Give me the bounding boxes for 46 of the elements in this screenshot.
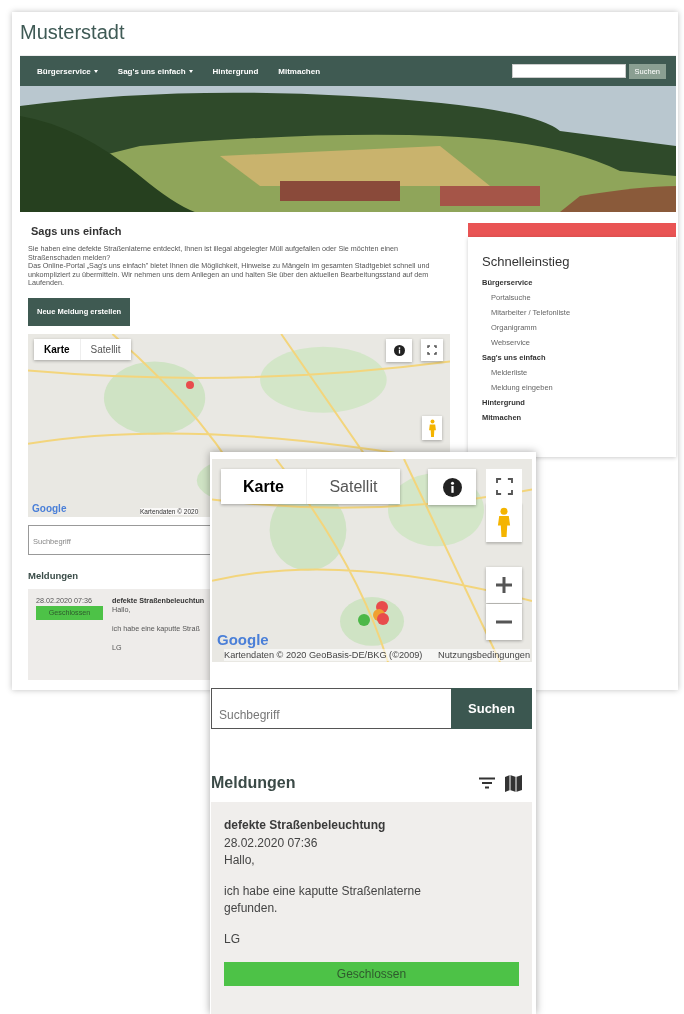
map-view-button[interactable] xyxy=(505,774,522,792)
info-button[interactable] xyxy=(428,469,476,505)
report-text: Hallo, xyxy=(224,852,255,870)
map-attribution: Kartendaten © 2020 GeoBasis-DE/BKG (©2009) xyxy=(224,649,423,661)
reports-heading: Meldungen xyxy=(211,774,296,793)
report-text: LG xyxy=(224,931,241,949)
sidebar-title: Schnelleinstieg xyxy=(482,254,570,269)
map-logo: Google xyxy=(217,632,269,648)
nav-link[interactable]: Sag's uns einfach xyxy=(117,66,193,76)
report-date: 28.02.2020 07:36 xyxy=(224,835,318,853)
zoom-out-button[interactable] xyxy=(486,604,522,640)
marker-dot[interactable] xyxy=(358,614,370,626)
zoom-in-button[interactable] xyxy=(486,567,522,603)
report-text: ich habe eine kaputte Straßenlaterne gefunden. xyxy=(224,883,422,918)
nav-link[interactable]: Bürgerservice xyxy=(37,66,98,76)
status-badge: Geschlossen xyxy=(224,962,519,987)
minus-icon xyxy=(496,620,512,624)
section-heading: Sags uns einfach xyxy=(31,225,122,237)
nav-link[interactable]: Hintergrund xyxy=(212,66,259,76)
reports-heading: Meldungen xyxy=(28,569,79,581)
fullscreen-icon xyxy=(427,344,437,355)
marker-dot[interactable] xyxy=(377,613,389,625)
person-icon xyxy=(427,418,437,437)
person-icon xyxy=(496,507,512,537)
fullscreen-button[interactable] xyxy=(421,338,443,361)
marker-dot[interactable] xyxy=(186,380,194,389)
map-type-tab[interactable]: Satellit xyxy=(305,469,400,504)
search-button[interactable]: Suchen xyxy=(451,688,532,730)
terms-link[interactable]: Nutzungsbedingungen xyxy=(438,649,530,661)
fullscreen-icon xyxy=(495,477,513,495)
map-type-tab[interactable]: Karte xyxy=(221,469,306,504)
search-field[interactable]: Suchbegriff xyxy=(211,688,451,730)
plus-icon xyxy=(496,577,512,593)
nav-link[interactable]: Mitmachen xyxy=(278,66,321,76)
map-view[interactable]: Karte Satellit Google Kartendaten © 2020 GeoBasis-DE/BKG (©2009) Nutzungsbedingungen xyxy=(212,459,532,662)
filter-icon xyxy=(479,777,495,790)
report-title: defekte Straßenbeleuchtung xyxy=(224,817,386,835)
fullscreen-button[interactable] xyxy=(486,469,522,503)
map-logo: Google xyxy=(32,502,67,514)
map-type-tab[interactable]: Karte xyxy=(34,338,80,360)
info-icon xyxy=(393,344,405,356)
site-title: Musterstadt xyxy=(20,20,125,45)
info-button[interactable] xyxy=(386,338,412,362)
info-icon xyxy=(442,477,462,497)
filter-button[interactable] xyxy=(479,777,495,790)
map-icon xyxy=(505,774,522,792)
